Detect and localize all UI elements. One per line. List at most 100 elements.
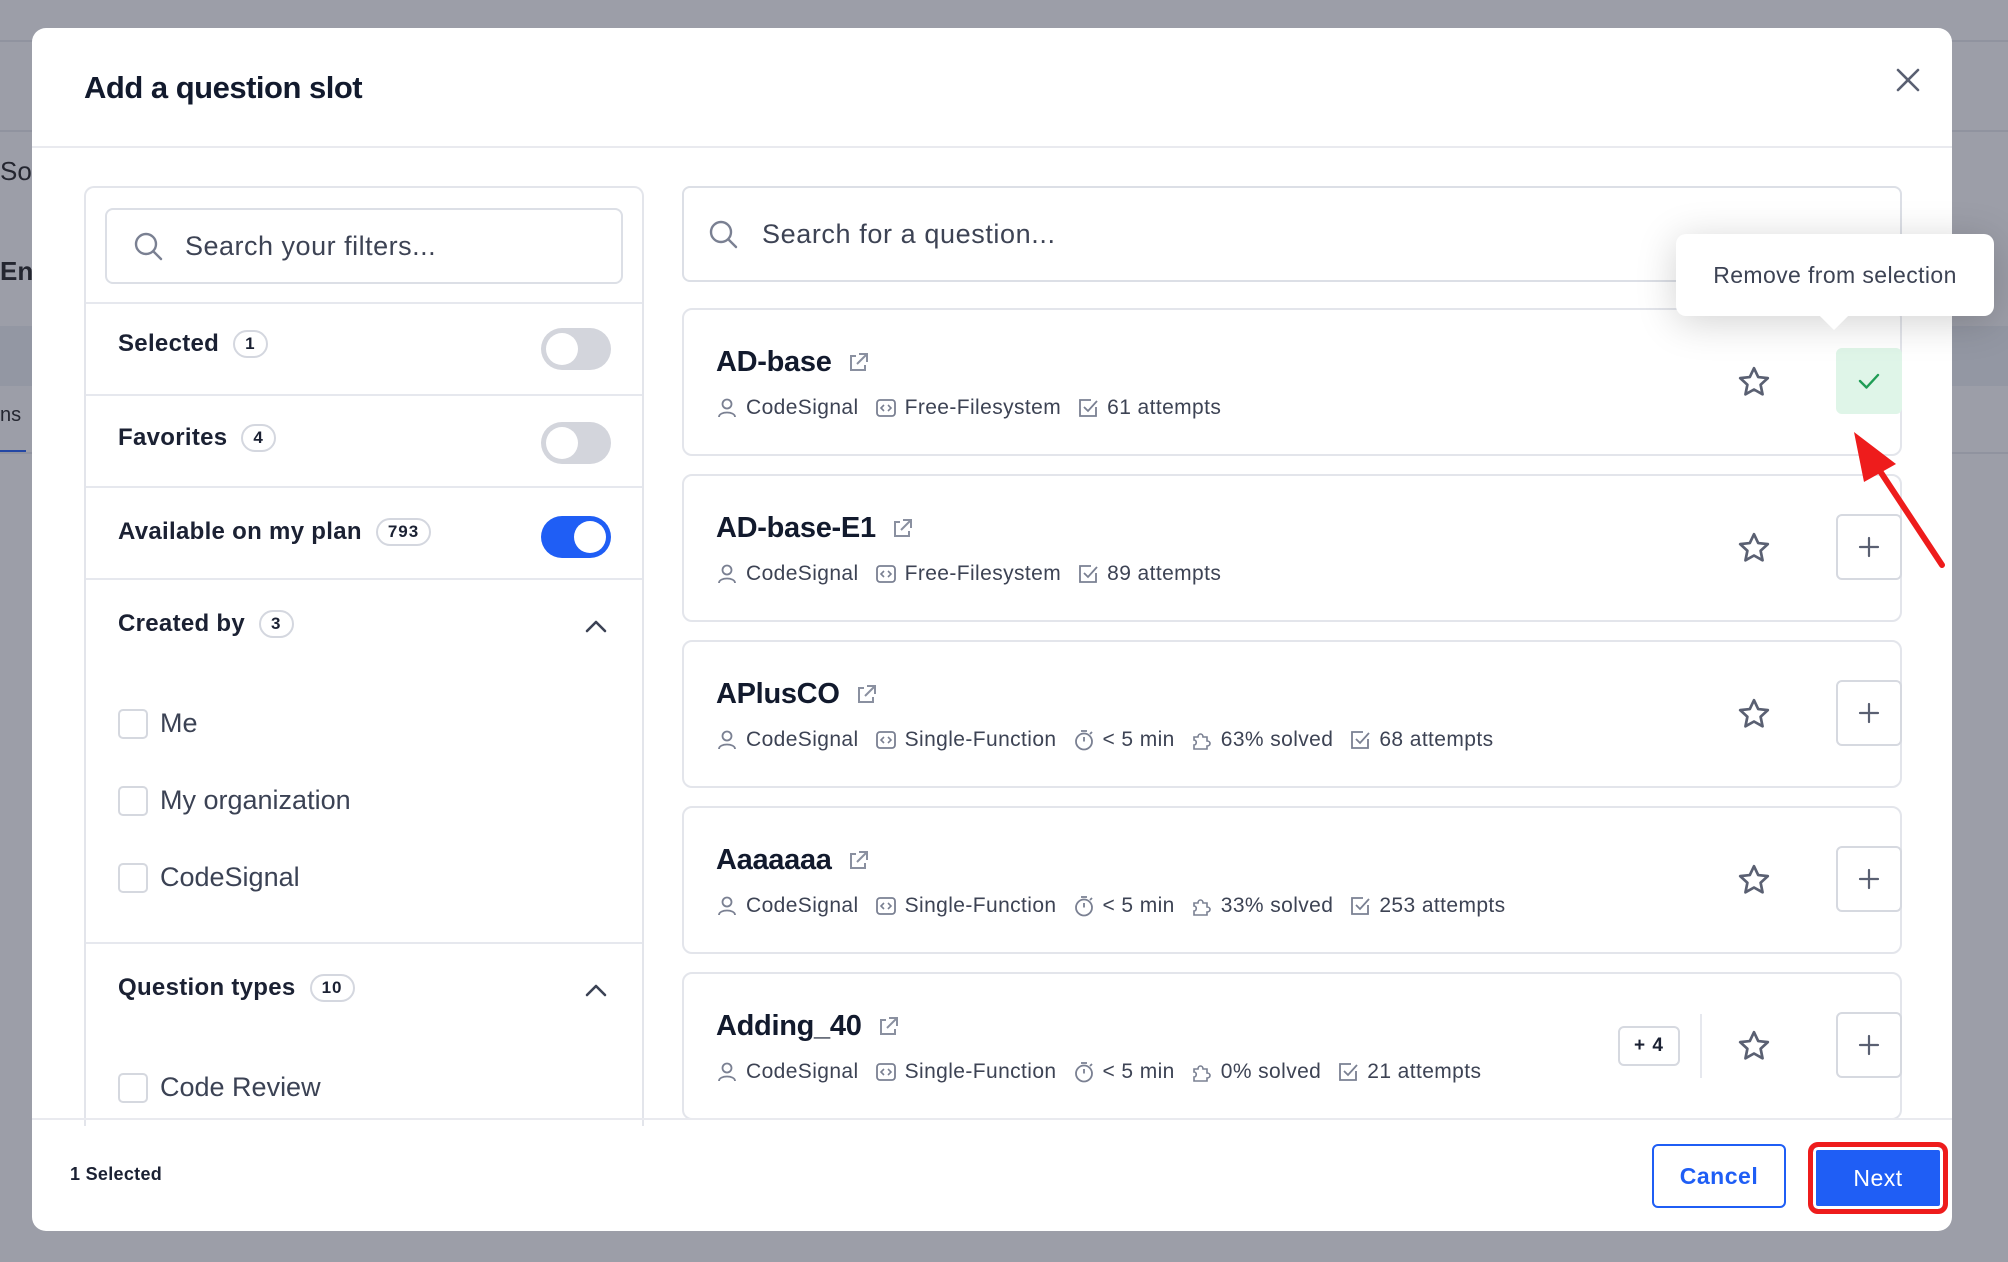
remove-from-selection-button[interactable] xyxy=(1836,348,1902,414)
filter-search-box xyxy=(105,208,623,284)
question-search-input[interactable] xyxy=(762,218,1662,250)
question-title[interactable]: Aaaaaaa xyxy=(716,844,832,877)
type-text: Free-Filesystem xyxy=(904,396,1062,419)
option-label: Me xyxy=(160,708,198,738)
meta-type: Free-Filesystem xyxy=(875,396,1062,420)
meta-attempts: 68 attempts xyxy=(1349,728,1493,752)
filter-label-text: Available on my plan xyxy=(118,518,362,545)
attempts-text: 253 attempts xyxy=(1379,894,1506,917)
meta-author: CodeSignal xyxy=(716,1060,859,1084)
star-icon[interactable] xyxy=(1736,1028,1772,1064)
filter-label-text: Favorites xyxy=(118,424,228,451)
close-button[interactable] xyxy=(1886,58,1930,102)
created-by-option-codesignal[interactable]: CodeSignal xyxy=(118,862,300,893)
star-icon[interactable] xyxy=(1736,530,1772,566)
checkbox[interactable] xyxy=(118,708,148,739)
add-question-button[interactable] xyxy=(1836,1012,1902,1078)
user-icon xyxy=(718,730,736,750)
search-icon xyxy=(708,219,738,249)
external-link-icon[interactable] xyxy=(846,351,870,375)
code-icon xyxy=(875,399,896,417)
question-title[interactable]: APlusCO xyxy=(716,678,840,711)
section-header[interactable]: Created by 3 xyxy=(118,610,294,638)
count-badge: 10 xyxy=(309,974,355,1002)
cancel-button[interactable]: Cancel xyxy=(1652,1144,1786,1208)
type-text: Single-Function xyxy=(904,728,1057,751)
puzzle-icon xyxy=(1192,733,1211,750)
question-meta: CodeSignal Single-Function < 5 min 33% s… xyxy=(716,894,1522,918)
filters-panel: Selected 1 Favorites 4 Available on my p… xyxy=(84,186,644,1126)
meta-type: Single-Function xyxy=(875,894,1057,918)
question-card[interactable]: Aaaaaaa CodeSignal Single-Function < 5 m… xyxy=(682,806,1902,954)
add-question-slot-modal: Add a question slot Selected 1 Favorites… xyxy=(32,28,1952,1231)
meta-solved: 33% solved xyxy=(1191,894,1334,918)
question-type-option-code-review[interactable]: Code Review xyxy=(118,1072,321,1103)
question-meta: CodeSignal Single-Function < 5 min 63% s… xyxy=(716,728,1509,752)
star-icon[interactable] xyxy=(1736,862,1772,898)
checkbox-icon xyxy=(1351,897,1371,915)
chevron-up-icon[interactable] xyxy=(584,982,608,998)
filter-label-text: Selected xyxy=(118,330,220,357)
count-badge: 793 xyxy=(375,518,432,546)
type-text: Free-Filesystem xyxy=(904,562,1062,585)
plus-icon xyxy=(1858,1034,1880,1056)
created-by-option-my-organization[interactable]: My organization xyxy=(118,785,351,816)
checkbox-icon xyxy=(1351,731,1371,749)
favorites-toggle[interactable] xyxy=(541,422,611,464)
question-title-row: Adding_40 xyxy=(716,1010,900,1043)
header-divider xyxy=(32,146,1952,148)
meta-attempts: 89 attempts xyxy=(1077,562,1221,586)
meta-attempts: 61 attempts xyxy=(1077,396,1221,420)
next-button[interactable]: Next xyxy=(1808,1142,1948,1214)
selected-count: 1 Selected xyxy=(70,1164,163,1184)
checkbox[interactable] xyxy=(118,785,148,816)
question-title-row: AD-base-E1 xyxy=(716,512,914,545)
selected-toggle[interactable] xyxy=(541,328,611,370)
meta-author: CodeSignal xyxy=(716,894,859,918)
section-header[interactable]: Question types 10 xyxy=(118,974,355,1002)
checkbox[interactable] xyxy=(118,862,148,893)
star-icon[interactable] xyxy=(1736,364,1772,400)
meta-author: CodeSignal xyxy=(716,728,859,752)
external-link-icon[interactable] xyxy=(846,849,870,873)
author-text: CodeSignal xyxy=(746,562,859,585)
chevron-up-icon[interactable] xyxy=(584,618,608,634)
external-link-icon[interactable] xyxy=(876,1015,900,1039)
option-label: Code Review xyxy=(160,1072,321,1102)
code-icon xyxy=(875,1063,896,1081)
external-link-icon[interactable] xyxy=(890,517,914,541)
external-link-icon[interactable] xyxy=(854,683,878,707)
created-by-option-me[interactable]: Me xyxy=(118,708,198,739)
type-text: Single-Function xyxy=(904,894,1057,917)
solved-text: 0% solved xyxy=(1220,1060,1322,1083)
add-question-button[interactable] xyxy=(1836,846,1902,912)
question-title-row: AD-base xyxy=(716,346,870,379)
question-card[interactable]: AD-base-E1 CodeSignal Free-Filesystem 89… xyxy=(682,474,1902,622)
attempts-text: 68 attempts xyxy=(1379,728,1494,751)
modal-title: Add a question slot xyxy=(84,70,363,105)
user-icon xyxy=(718,564,736,584)
toggle-knob xyxy=(546,427,578,459)
star-icon[interactable] xyxy=(1736,696,1772,732)
puzzle-icon xyxy=(1192,1065,1211,1082)
meta-time: < 5 min xyxy=(1073,894,1175,918)
available-on-plan-toggle[interactable] xyxy=(541,516,611,558)
checkbox[interactable] xyxy=(118,1072,148,1103)
question-title[interactable]: Adding_40 xyxy=(716,1010,862,1043)
search-icon xyxy=(133,231,163,261)
filter-section-created-by: Created by 3 Me My organization CodeSign… xyxy=(86,578,642,944)
question-card[interactable]: AD-base CodeSignal Free-Filesystem 61 at… xyxy=(682,308,1902,456)
code-icon xyxy=(875,565,896,583)
question-card[interactable]: Adding_40 CodeSignal Single-Function < 5… xyxy=(682,972,1902,1120)
filter-search-input[interactable] xyxy=(185,230,565,262)
attempts-text: 21 attempts xyxy=(1367,1060,1482,1083)
solved-text: 63% solved xyxy=(1220,728,1334,751)
meta-author: CodeSignal xyxy=(716,562,859,586)
question-title[interactable]: AD-base-E1 xyxy=(716,512,876,545)
question-card[interactable]: APlusCO CodeSignal Single-Function < 5 m… xyxy=(682,640,1902,788)
checkbox-icon xyxy=(1339,1063,1358,1081)
more-tags-badge[interactable]: + 4 xyxy=(1618,1026,1680,1066)
add-question-button[interactable] xyxy=(1836,680,1902,746)
question-title[interactable]: AD-base xyxy=(716,346,832,379)
checkbox-icon xyxy=(1079,399,1098,417)
